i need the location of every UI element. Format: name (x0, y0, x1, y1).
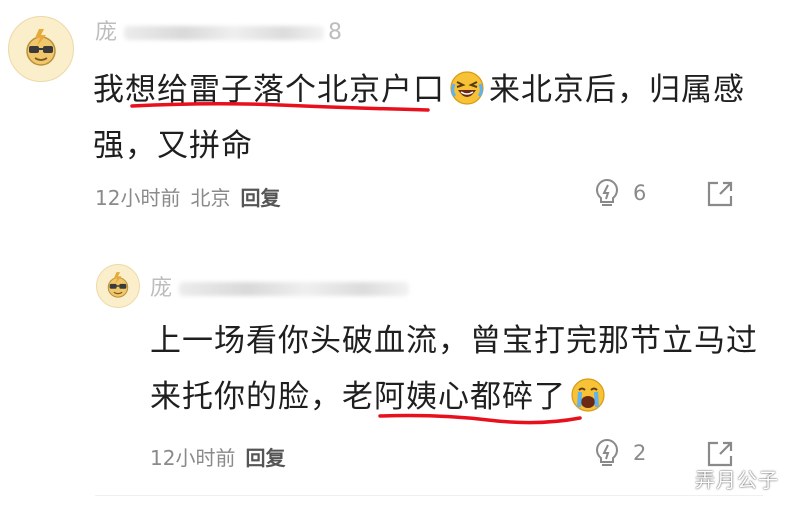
username[interactable]: 庞8 (95, 14, 343, 46)
location: 北京 (190, 186, 231, 210)
reply-button[interactable]: 回复 (240, 186, 280, 210)
blurred-username (179, 282, 410, 296)
username-text[interactable]: 庞 (95, 20, 118, 45)
comment-body: 我想给雷子落个北京户口 来北京后，归属感强，又拼命 (93, 62, 753, 174)
timestamp: 12小时前 (95, 186, 181, 210)
comment-meta: 12小时前 回复 (150, 442, 285, 471)
avatar[interactable] (8, 16, 74, 82)
avatar[interactable] (96, 264, 140, 308)
comment-meta: 12小时前 北京 回复 (95, 182, 280, 211)
lightbulb-icon (596, 438, 618, 466)
like-count: 6 (633, 181, 647, 205)
share-icon[interactable] (706, 180, 734, 208)
crying-emoji-icon (570, 375, 606, 412)
comment-text-start: 我想 (93, 72, 157, 108)
lightbulb-icon (596, 178, 618, 206)
watermark: 弄月公子 (695, 468, 779, 492)
laughing-crying-emoji-icon (449, 68, 485, 105)
like-button[interactable]: 6 (593, 178, 646, 208)
timestamp: 12小时前 (150, 446, 236, 470)
username-tail[interactable]: 8 (328, 20, 343, 45)
comment-body: 上一场看你头破血流，曾宝打完那节立马过来托你的脸，老阿姨心都碎了 (150, 313, 760, 425)
cool-face-icon (107, 272, 129, 298)
username-text[interactable]: 庞 (150, 276, 173, 301)
like-button[interactable]: 2 (593, 438, 646, 468)
username[interactable]: 庞 (150, 270, 410, 302)
like-count: 2 (633, 441, 647, 465)
blurred-username (124, 26, 325, 40)
highlighted-text: 给雷子落个北京户口 (157, 72, 445, 108)
divider (95, 495, 763, 496)
cool-face-icon (26, 29, 56, 66)
highlighted-text: 老阿姨心都碎了 (342, 379, 566, 415)
reply-button[interactable]: 回复 (245, 446, 285, 470)
